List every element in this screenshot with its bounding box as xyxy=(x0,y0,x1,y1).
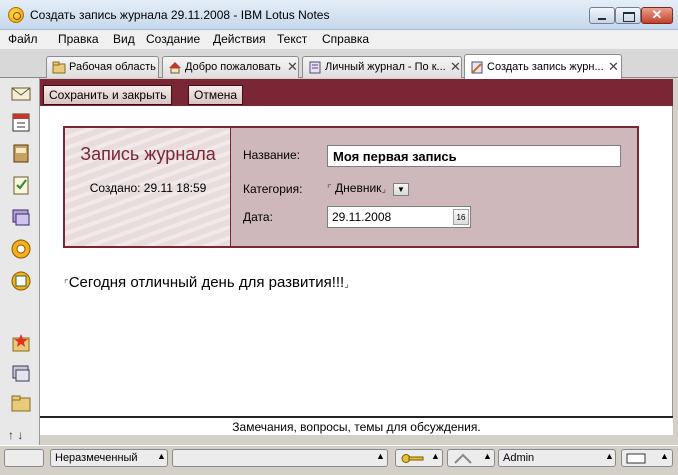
status-message-selector[interactable]: ▲ xyxy=(172,449,388,467)
paragraph-style-value: Неразмеченный xyxy=(55,452,138,464)
databases-icon[interactable] xyxy=(10,362,32,384)
date-label: Дата: xyxy=(243,210,273,224)
chevron-down-icon: ▲ xyxy=(483,451,492,461)
status-bar: Неразмеченный ▲ ▲ ▲ ▲ Admin ▲ ▲ xyxy=(0,445,678,475)
close-icon[interactable]: ✕ xyxy=(287,59,298,75)
category-field[interactable]: ⌜ Дневник⌟ xyxy=(327,181,386,195)
tab-strip: Рабочая область Добро пожаловать ✕ Личны… xyxy=(0,49,678,79)
workspace-icon xyxy=(52,61,66,74)
todo-icon[interactable] xyxy=(10,174,32,196)
favorites-icon[interactable] xyxy=(10,332,32,354)
chevron-down-icon: ▲ xyxy=(376,451,385,461)
tab-personal-journal[interactable]: Личный журнал - По к... ✕ xyxy=(302,56,462,78)
chevron-down-icon: ▲ xyxy=(431,451,440,461)
calendar-picker-icon[interactable]: 16 xyxy=(453,209,469,225)
notes-text: Замечания, вопросы, темы для обсуждения. xyxy=(232,420,481,434)
field-bracket-icon: ⌟ xyxy=(381,184,387,195)
tab-label: Личный журнал - По к... xyxy=(325,61,446,73)
body-text: Сегодня отличный день для развития!!! xyxy=(68,274,345,291)
menu-help[interactable]: Справка xyxy=(322,32,369,46)
close-icon: ✕ xyxy=(651,7,663,22)
chevron-down-icon[interactable]: ▼ xyxy=(393,183,409,196)
close-icon[interactable]: ✕ xyxy=(450,59,461,75)
date-value: 29.11.2008 xyxy=(332,210,392,224)
sametime-icon[interactable] xyxy=(10,238,32,260)
lotus-notes-icon xyxy=(8,7,24,23)
window-title: Создать запись журнала 29.11.2008 - IBM … xyxy=(30,8,330,22)
new-entry-icon xyxy=(471,61,483,74)
menu-create[interactable]: Создание xyxy=(146,32,200,46)
form-header: Запись журнала Создано: 29.11 18:59 Назв… xyxy=(63,126,639,248)
name-field[interactable]: Моя первая запись xyxy=(327,145,621,167)
document-area: Запись журнала Создано: 29.11 18:59 Назв… xyxy=(40,106,673,416)
field-bracket-icon: ⌟ xyxy=(344,279,349,290)
inbox-button[interactable]: ▲ xyxy=(621,449,673,467)
online-status-button[interactable]: ▲ xyxy=(447,449,495,467)
bookmark-bar: ↑ ↓ xyxy=(0,78,40,445)
name-label: Название: xyxy=(243,148,300,162)
paper-background: Запись журнала Создано: 29.11 18:59 xyxy=(65,128,231,246)
close-window-button[interactable]: ✕ xyxy=(641,7,673,24)
cancel-button[interactable]: Отмена xyxy=(188,85,244,105)
tab-label: Добро пожаловать xyxy=(185,61,281,73)
user-name: Admin xyxy=(503,452,535,464)
tab-label: Создать запись журн... xyxy=(487,61,604,73)
mail-icon[interactable] xyxy=(10,82,32,104)
menu-view[interactable]: Вид xyxy=(113,32,135,46)
status-message-box xyxy=(4,449,44,467)
date-field[interactable]: 29.11.2008 16 xyxy=(327,206,471,228)
inbox-icon xyxy=(626,453,646,464)
menu-bar: Файл Правка Вид Создание Действия Текст … xyxy=(0,30,678,49)
journal-icon xyxy=(309,61,321,74)
home-icon xyxy=(169,62,181,74)
folder-icon[interactable] xyxy=(10,392,32,414)
field-bracket-icon: ⌜ xyxy=(327,184,332,195)
chevron-down-icon: ▲ xyxy=(157,451,166,461)
save-and-close-button[interactable]: Сохранить и закрыть xyxy=(43,85,173,105)
location-user-selector[interactable]: Admin ▲ xyxy=(498,449,616,467)
minimize-button[interactable] xyxy=(589,7,615,24)
menu-file[interactable]: Файл xyxy=(8,32,38,46)
key-icon xyxy=(401,454,424,463)
chevron-down-icon: ▲ xyxy=(660,451,669,461)
scroll-arrows-icon[interactable]: ↑ ↓ xyxy=(8,428,23,442)
body-field[interactable]: ⌜Сегодня отличный день для развития!!!⌟ xyxy=(64,274,349,291)
paragraph-style-selector[interactable]: Неразмеченный ▲ xyxy=(50,449,168,467)
security-key-button[interactable]: ▲ xyxy=(395,449,443,467)
menu-text[interactable]: Текст xyxy=(277,32,307,46)
notebook-icon[interactable] xyxy=(10,270,32,292)
tab-new-entry[interactable]: Создать запись журн... ✕ xyxy=(464,54,622,79)
notes-bar: Замечания, вопросы, темы для обсуждения. xyxy=(40,416,673,435)
network-icon xyxy=(454,453,472,464)
address-book-icon[interactable] xyxy=(10,142,32,164)
tab-welcome[interactable]: Добро пожаловать ✕ xyxy=(162,56,299,78)
close-icon[interactable]: ✕ xyxy=(608,59,619,75)
created-date: Создано: 29.11 18:59 xyxy=(89,181,207,195)
tab-workspace[interactable]: Рабочая область xyxy=(46,56,159,78)
action-bar: Сохранить и закрыть Отмена xyxy=(40,79,673,106)
category-label: Категория: xyxy=(243,182,303,196)
menu-actions[interactable]: Действия xyxy=(213,32,266,46)
tab-label: Рабочая область xyxy=(69,61,156,73)
form-title: Запись журнала xyxy=(80,144,216,164)
title-bar: Создать запись журнала 29.11.2008 - IBM … xyxy=(0,0,678,30)
category-value: Дневник xyxy=(335,181,382,195)
menu-edit[interactable]: Правка xyxy=(58,32,99,46)
chevron-down-icon: ▲ xyxy=(605,451,614,461)
replication-icon[interactable] xyxy=(10,206,32,228)
calendar-icon[interactable] xyxy=(10,111,32,133)
maximize-button[interactable] xyxy=(615,7,641,24)
